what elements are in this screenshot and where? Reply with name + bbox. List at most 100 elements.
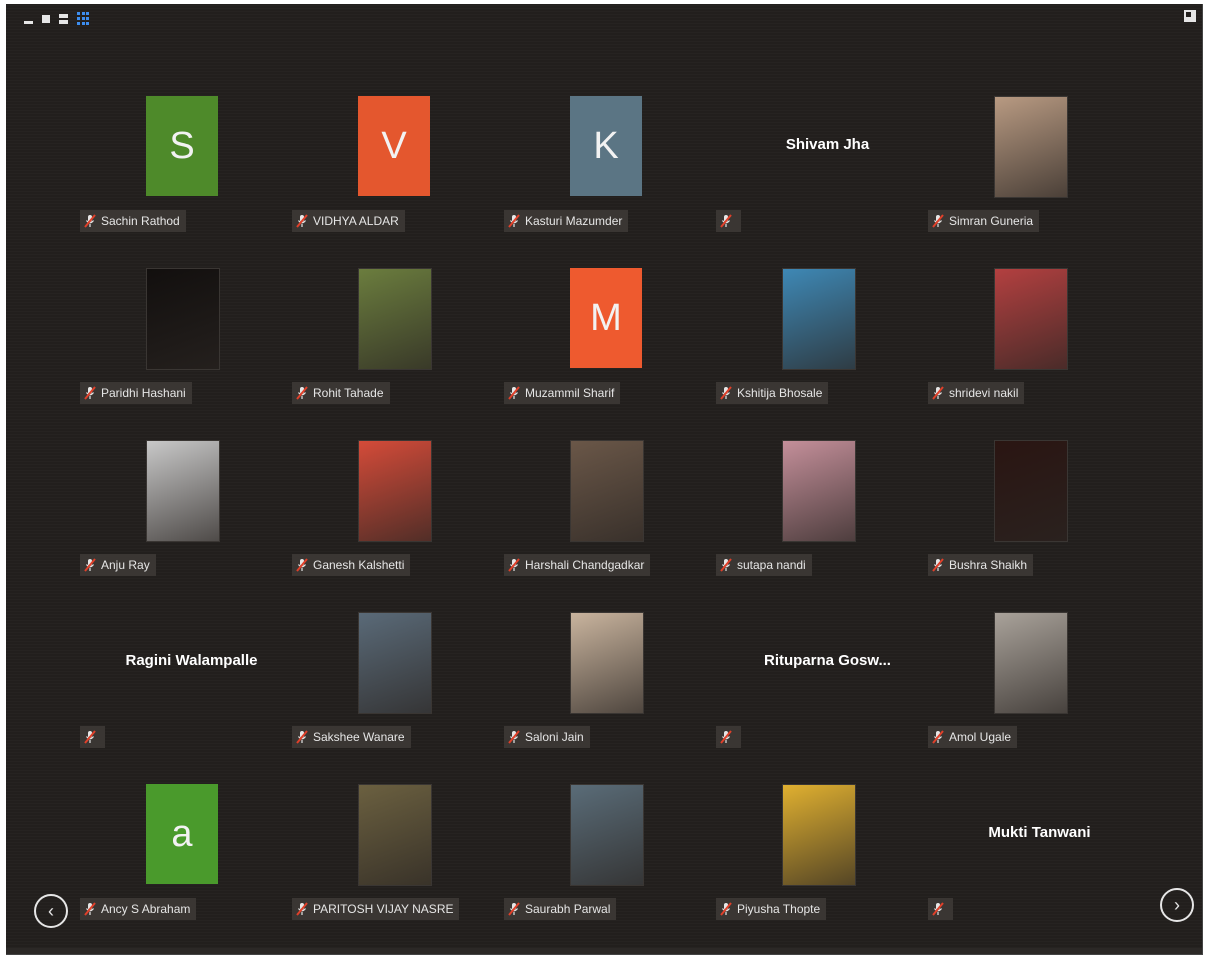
participant-display-name: Rituparna Gosw... [764,652,891,669]
avatar: S [146,96,218,196]
muted-mic-icon [720,386,732,400]
profile-photo [994,440,1068,542]
muted-mic-icon [720,214,732,228]
participant-tile[interactable]: Saloni Jain [504,612,717,782]
participant-name-tag: Paridhi Hashani [80,382,192,404]
participant-tile[interactable]: Kshitija Bhosale [716,268,929,438]
muted-mic-icon [296,558,308,572]
profile-photo [358,784,432,886]
participant-name-tag [80,726,105,748]
participant-name: Kshitija Bhosale [737,386,823,400]
participant-tile[interactable]: Rituparna Gosw... [716,612,929,782]
participant-tile[interactable]: Mukti Tanwani [928,784,1141,954]
participant-name-tag: Saloni Jain [504,726,590,748]
participant-name: shridevi nakil [949,386,1019,400]
split-view-icon[interactable] [59,14,68,24]
muted-mic-icon [296,214,308,228]
participant-tile[interactable]: Anju Ray [80,440,293,610]
profile-photo [146,268,220,370]
avatar: M [570,268,642,368]
meeting-gallery-window: S Sachin Rathod V VIDHYA ALDAR K Kasturi Mazu… [6,4,1203,955]
profile-photo [782,268,856,370]
avatar: V [358,96,430,196]
participant-tile[interactable]: Piyusha Thopte [716,784,929,954]
participant-tile[interactable]: Simran Guneria [928,96,1141,266]
exit-fullscreen-icon[interactable] [1184,10,1196,22]
participant-tile[interactable]: Ganesh Kalshetti [292,440,505,610]
participant-name-tag: PARITOSH VIJAY NASRE [292,898,460,920]
participant-tile[interactable]: S Sachin Rathod [80,96,293,266]
participant-name-tag: Sakshee Wanare [292,726,411,748]
participant-name: Rohit Tahade [313,386,384,400]
participant-name: Saurabh Parwal [525,902,611,916]
participant-display-name: Shivam Jha [785,136,870,153]
participant-name-tag: Ganesh Kalshetti [292,554,411,576]
profile-photo [358,612,432,714]
muted-mic-icon [932,902,944,916]
muted-mic-icon [84,558,96,572]
participant-name-tag [716,726,741,748]
participant-tile[interactable]: K Kasturi Mazumder [504,96,717,266]
participant-name-tag [716,210,741,232]
muted-mic-icon [932,558,944,572]
profile-photo [994,268,1068,370]
muted-mic-icon [508,214,520,228]
participant-tile[interactable]: Saurabh Parwal [504,784,717,954]
muted-mic-icon [296,386,308,400]
participant-tile[interactable]: Harshali Chandgadkar [504,440,717,610]
participant-name-tag: Ancy S Abraham [80,898,197,920]
muted-mic-icon [296,730,308,744]
muted-mic-icon [508,902,520,916]
participant-name-tag [928,898,953,920]
participant-tile[interactable]: PARITOSH VIJAY NASRE [292,784,505,954]
participant-name-tag: Harshali Chandgadkar [504,554,651,576]
participant-tile[interactable]: sutapa nandi [716,440,929,610]
previous-page-button[interactable]: ‹ [34,894,68,928]
participant-tile[interactable]: Sakshee Wanare [292,612,505,782]
participant-name: Sachin Rathod [101,214,180,228]
profile-photo [782,784,856,886]
profile-photo [146,440,220,542]
participant-tile[interactable]: Shivam Jha [716,96,929,266]
muted-mic-icon [720,730,732,744]
muted-mic-icon [296,902,308,916]
profile-photo [570,784,644,886]
participant-tile[interactable]: a Ancy S Abraham [80,784,293,954]
muted-mic-icon [720,902,732,916]
chevron-right-icon: › [1174,894,1180,915]
next-page-button[interactable]: › [1160,888,1194,922]
muted-mic-icon [720,558,732,572]
muted-mic-icon [932,214,944,228]
gallery-view-icon[interactable] [77,12,89,26]
participant-name-tag: Bushra Shaikh [928,554,1034,576]
participant-tile[interactable]: Paridhi Hashani [80,268,293,438]
participant-name-tag: Kasturi Mazumder [504,210,629,232]
bottom-toolbar-strip [6,948,1202,954]
participant-name: Bushra Shaikh [949,558,1028,572]
participant-name: Paridhi Hashani [101,386,186,400]
participant-tile[interactable]: Ragini Walampalle [80,612,293,782]
participant-name: Sakshee Wanare [313,730,405,744]
participant-tile[interactable]: Bushra Shaikh [928,440,1141,610]
participant-name: sutapa nandi [737,558,806,572]
participant-tile[interactable]: Amol Ugale [928,612,1141,782]
participant-name-tag: VIDHYA ALDAR [292,210,405,232]
single-view-icon[interactable] [42,15,50,23]
participant-name: Anju Ray [101,558,150,572]
profile-photo [570,612,644,714]
participant-tile[interactable]: M Muzammil Sharif [504,268,717,438]
participant-tile[interactable]: shridevi nakil [928,268,1141,438]
avatar: K [570,96,642,196]
avatar: a [146,784,218,884]
minimize-icon[interactable] [24,20,33,24]
participant-tile[interactable]: Rohit Tahade [292,268,505,438]
participant-name-tag: Amol Ugale [928,726,1018,748]
participant-name-tag: Piyusha Thopte [716,898,827,920]
participant-name: Harshali Chandgadkar [525,558,645,572]
participant-name: Amol Ugale [949,730,1012,744]
muted-mic-icon [508,386,520,400]
participant-tile[interactable]: V VIDHYA ALDAR [292,96,505,266]
muted-mic-icon [508,558,520,572]
muted-mic-icon [84,386,96,400]
participant-name-tag: Kshitija Bhosale [716,382,829,404]
